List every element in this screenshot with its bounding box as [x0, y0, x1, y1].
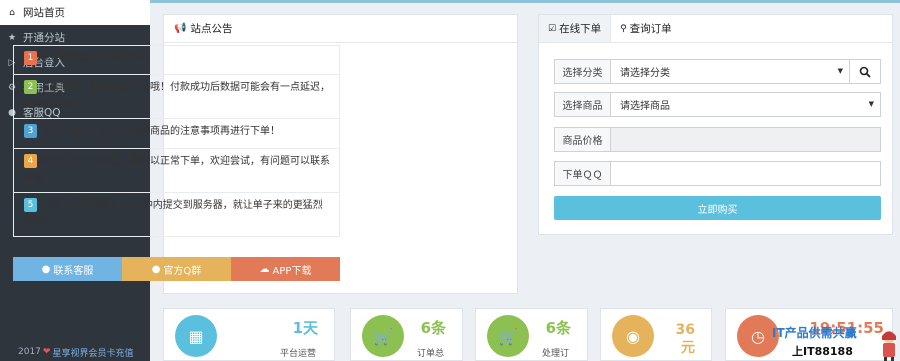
notice-text: 下单之前请一定要看完该商品的注意事项再进行下单！ — [40, 126, 280, 137]
button-label: 官方Q群 — [163, 265, 202, 277]
qq-label: 下单ＱＱ — [555, 162, 611, 185]
sidebar-item-label: 网站首页 — [23, 7, 65, 19]
notice-list: 1 星享视界会员卡充值中心 2 温馨提示：请勿重复下单哦！付款成功后数据可能会有一点… — [13, 45, 340, 237]
notice-number: 4 — [24, 154, 37, 168]
price-label: 商品价格 — [555, 128, 611, 151]
product-label: 选择商品 — [555, 93, 611, 116]
sidebar-item-label: 开通分站 — [23, 32, 65, 44]
cloud-download-icon: ☁ — [259, 263, 270, 275]
group-icon: ● — [151, 263, 161, 275]
tab-label: 在线下单 — [559, 23, 602, 35]
search-button[interactable] — [849, 60, 880, 83]
list-item: 4 所有业务全部恢复，都可以正常下单，欢迎尝试，有问题可以联系客服 — [13, 148, 340, 192]
notice-buttons: ● 联系客服 ● 官方Q群 ☁ APP下载 — [13, 257, 340, 281]
price-row: 商品价格 — [554, 127, 881, 152]
stat-card-amount: ◉ 36元 — [600, 308, 712, 361]
megaphone-icon: 📢 — [174, 23, 187, 34]
stat-value: 36元 — [675, 322, 695, 356]
contact-support-button[interactable]: ● 联系客服 — [13, 257, 122, 281]
footer-year: 2017 — [18, 347, 41, 357]
search-icon: ⚲ — [620, 23, 627, 34]
product-row: 选择商品 请选择商品 ▼ — [554, 92, 881, 117]
qq-input[interactable] — [611, 162, 880, 185]
tab-online-order[interactable]: ☑ 在线下单 — [539, 15, 612, 42]
product-select[interactable]: 请选择商品 ▼ — [611, 93, 880, 116]
stat-label: 订单总 — [416, 349, 444, 359]
star-icon: ★ — [7, 32, 17, 43]
list-item: 1 星享视界会员卡充值中心 — [13, 45, 340, 74]
user-icon: ● — [41, 263, 51, 275]
sidebar-item-home[interactable]: ⌂ 网站首页 — [0, 0, 150, 25]
caret-down-icon: ▼ — [837, 67, 843, 75]
button-label: 联系客服 — [53, 265, 94, 277]
cart-icon: 🛒 — [362, 315, 404, 357]
category-value: 请选择分类 — [620, 68, 670, 79]
stat-card-operating-days: ▦ 1天 平台运营 — [163, 308, 335, 361]
heart-icon: ❤ — [42, 347, 51, 357]
stat-value: 6条 — [420, 319, 446, 337]
order-panel: ☑ 在线下单 ⚲ 查询订单 选择分类 请选择分类 ▼ 选择商品 请选择商品 ▼ 商品… — [538, 14, 893, 235]
category-row: 选择分类 请选择分类 ▼ — [554, 59, 881, 84]
home-icon: ⌂ — [9, 7, 15, 18]
top-accent-bar — [150, 0, 900, 3]
notice-text: 一般下单后会在1-30分钟内提交到服务器，就让单子来的更猛烈些吧！ — [24, 200, 323, 228]
category-label: 选择分类 — [555, 60, 611, 83]
list-item: 2 温馨提示：请勿重复下单哦！付款成功后数据可能会有一点延迟，请耐心等待！ — [13, 74, 340, 118]
notice-header: 📢 站点公告 — [164, 15, 517, 43]
notice-text: 温馨提示：请勿重复下单哦！付款成功后数据可能会有一点延迟，请耐心等待！ — [24, 82, 330, 110]
official-group-button[interactable]: ● 官方Q群 — [122, 257, 231, 281]
watermark-logo: IT产品供需共赢 上IT88188 — [772, 324, 882, 361]
tab-query-order[interactable]: ⚲ 查询订单 — [611, 15, 681, 42]
stat-label: 处理订 — [541, 349, 569, 359]
price-field — [611, 128, 880, 151]
list-item: 5 一般下单后会在1-30分钟内提交到服务器，就让单子来的更猛烈些吧！ — [13, 192, 340, 237]
list-item: 3 下单之前请一定要看完该商品的注意事项再进行下单！ — [13, 118, 340, 148]
sidebar-footer: 2017 ❤ 星享视界会员卡充值 — [0, 343, 150, 361]
app-download-button[interactable]: ☁ APP下载 — [231, 257, 340, 281]
notice-number: 2 — [24, 80, 37, 94]
stat-card-processed-orders: 🛒 6条 处理订 — [475, 308, 588, 361]
notice-title: 站点公告 — [190, 23, 233, 35]
caret-down-icon: ▼ — [868, 100, 874, 108]
search-icon — [859, 66, 871, 78]
checkbox-icon: ☑ — [548, 23, 557, 34]
qq-row: 下单ＱＱ — [554, 161, 881, 186]
cart-icon: 🛒 — [487, 315, 529, 357]
stat-card-total-orders: 🛒 6条 订单总 — [350, 308, 463, 361]
stat-value: 6条 — [545, 319, 571, 337]
footer-link[interactable]: 星享视界会员卡充值 — [52, 346, 133, 359]
notice-number: 3 — [24, 124, 37, 138]
buy-now-button[interactable]: 立即购买 — [554, 196, 881, 220]
tab-label: 查询订单 — [629, 23, 672, 35]
money-icon: ◉ — [612, 315, 654, 357]
notice-number: 5 — [24, 198, 37, 212]
watermark-line1: IT产品供需共赢 — [772, 326, 857, 340]
calendar-icon: ▦ — [175, 315, 217, 357]
order-tabs: ☑ 在线下单 ⚲ 查询订单 — [539, 15, 892, 43]
notice-text: 所有业务全部恢复，都可以正常下单，欢迎尝试，有问题可以联系客服 — [24, 156, 330, 184]
stat-label: 平台运营 — [279, 349, 316, 359]
watermark-line2: 上IT88188 — [792, 345, 853, 358]
button-label: APP下载 — [272, 265, 312, 277]
category-select[interactable]: 请选择分类 ▼ — [611, 60, 849, 83]
mascot-figure — [882, 331, 896, 361]
product-value: 请选择商品 — [620, 101, 670, 112]
stat-value: 1天 — [292, 319, 318, 337]
notice-number: 1 — [24, 51, 37, 65]
notice-text: 星享视界会员卡充值中心 — [40, 53, 150, 64]
